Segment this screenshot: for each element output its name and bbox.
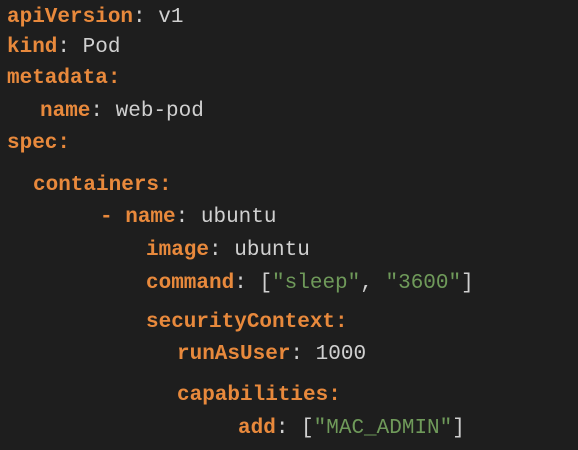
yaml-string: "MAC_ADMIN" [313, 417, 453, 440]
yaml-key: kind [7, 36, 58, 59]
yaml-key: capabilities [177, 384, 329, 407]
yaml-string: "3600" [385, 272, 462, 295]
yaml-bracket-open: [ [259, 272, 273, 295]
yaml-key: runAsUser [177, 343, 291, 366]
yaml-key: containers [33, 174, 160, 197]
yaml-key: securityContext [146, 311, 336, 334]
yaml-key: metadata [7, 67, 108, 90]
yaml-separator: : [335, 311, 348, 334]
yaml-key: name [40, 100, 91, 123]
yaml-value: Pod [82, 36, 121, 59]
yaml-separator: : [57, 132, 71, 155]
yaml-list-dash: - [100, 206, 126, 229]
code-line-kind: kind: Pod [7, 35, 120, 61]
yaml-value: ubuntu [200, 206, 277, 229]
code-line-securitycontext: securityContext: [146, 310, 348, 336]
code-line-metadata: metadata: [7, 66, 120, 92]
yaml-string: "sleep" [272, 272, 361, 295]
code-line-runasuser: runAsUser: 1000 [177, 342, 366, 368]
yaml-key: apiVersion [7, 6, 134, 29]
code-line-apiversion: apiVersion: v1 [7, 5, 183, 31]
yaml-value: v1 [158, 6, 184, 29]
code-line-containers: containers: [33, 173, 172, 199]
yaml-separator: : [328, 384, 341, 407]
yaml-separator: : [90, 100, 116, 123]
yaml-separator: : [290, 343, 316, 366]
code-line-capabilities: capabilities: [177, 383, 341, 409]
yaml-separator: : [175, 206, 201, 229]
yaml-separator: : [275, 417, 302, 440]
yaml-key: add [238, 417, 276, 440]
yaml-comma: , [360, 272, 386, 295]
yaml-separator: : [159, 174, 172, 197]
yaml-separator: : [57, 36, 83, 59]
code-line-command: command: ["sleep", "3600"] [146, 271, 474, 297]
yaml-key: image [146, 239, 210, 262]
yaml-key: command [146, 272, 235, 295]
yaml-separator: : [133, 6, 159, 29]
yaml-key: spec [7, 132, 58, 155]
yaml-bracket-close: ] [452, 417, 465, 440]
yaml-separator: : [107, 67, 121, 90]
code-line-container-name: - name: ubuntu [100, 205, 276, 231]
yaml-value: ubuntu [234, 239, 310, 262]
code-line-metadata-name: name: web-pod [40, 99, 204, 125]
code-editor: apiVersion: v1 kind: Pod metadata: name:… [0, 0, 578, 450]
code-line-image: image: ubuntu [146, 238, 310, 264]
yaml-value: 1000 [315, 343, 367, 366]
code-line-spec: spec: [7, 131, 70, 157]
yaml-bracket-close: ] [461, 272, 474, 295]
yaml-bracket-open: [ [301, 417, 314, 440]
yaml-separator: : [234, 272, 260, 295]
yaml-key: name [125, 206, 176, 229]
yaml-separator: : [209, 239, 235, 262]
code-line-add: add: ["MAC_ADMIN"] [238, 416, 465, 442]
yaml-value: web-pod [115, 100, 204, 123]
